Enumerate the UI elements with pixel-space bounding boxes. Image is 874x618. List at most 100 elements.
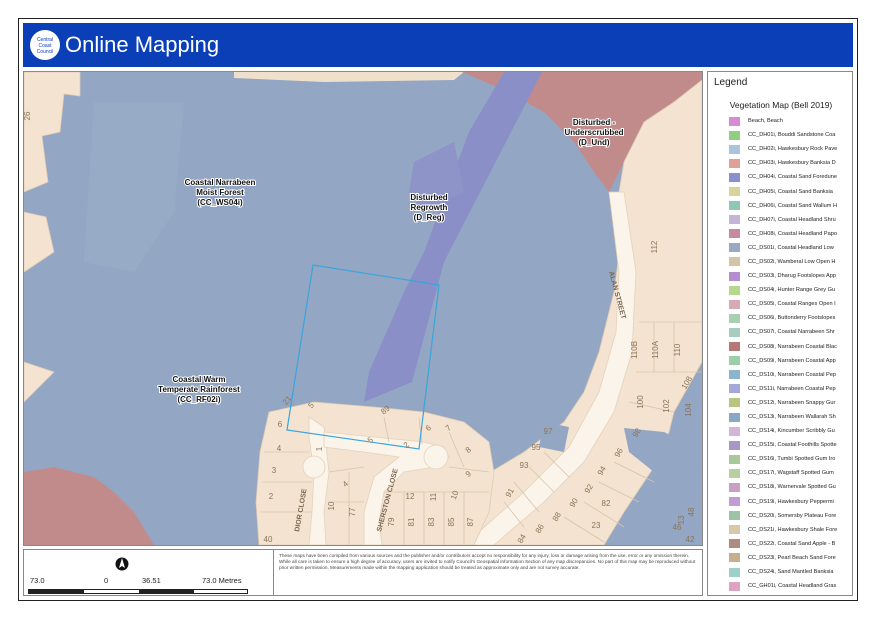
footer-panel: 73.0 0 36.51 73.0 Metres These maps have… (23, 549, 703, 596)
legend-swatch (729, 384, 740, 394)
legend-subtitle: Vegetation Map (Bell 2019) (729, 100, 833, 110)
map-view[interactable]: Coastal Narrabeen Moist Forest (CC_WS04i… (23, 71, 703, 546)
lot-number: 81 (407, 517, 416, 526)
legend-item: CC_DS15i, Coastal Foothills Spotte (729, 438, 852, 452)
legend-item: CC_DS06i, Buttonderry Footslopes (729, 311, 852, 325)
scale-label: 0 (104, 576, 109, 585)
legend-swatch (729, 257, 740, 267)
legend-item-label: CC_DS06i, Buttonderry Footslopes (748, 315, 836, 322)
legend-swatch (729, 539, 740, 549)
legend-item-label: CC_DS15i, Coastal Foothills Spotte (748, 442, 837, 449)
legend-item-label: CC_DS19i, Hawkesbury Peppermi (748, 498, 834, 505)
legend-swatch (729, 187, 740, 197)
legend-item-label: CC_DH04i, Coastal Sand Foredune (748, 174, 837, 181)
legend-item-label: CC_DS16i, Tumbi Spotted Gum Iro (748, 456, 836, 463)
lot-number: 6 (278, 420, 283, 429)
legend-item-label: CC_DS22i, Coastal Sand Apple - B (748, 540, 836, 547)
veg-label-rainforest: (CC_RF02i) (177, 395, 220, 404)
lot-number: 87 (466, 517, 475, 526)
legend-item: CC_DS23i, Pearl Beach Sand Fore (729, 551, 852, 565)
legend-list: Beach, Beach CC_DH01i, Bouddi Sandstone C… (729, 114, 852, 593)
legend-item: CC_DH03i, Hawkesbury Banksia D (729, 156, 852, 170)
legend-item: CC_DS19i, Hawkesbury Peppermi (729, 495, 852, 509)
legend-item: CC_DS01i, Coastal Headland Low (729, 241, 852, 255)
scale-bar-panel: 73.0 0 36.51 73.0 Metres (24, 550, 272, 595)
legend-item: CC_DS17i, Wagstaff Spotted Gum (729, 466, 852, 480)
legend-item-label: Beach, Beach (748, 118, 783, 125)
legend-swatch (729, 271, 740, 281)
legend-item-label: CC_DS20i, Somersby Plateau Fore (748, 512, 837, 519)
lot-number: 42 (686, 535, 695, 544)
veg-label-disturbed-underscrubbed: (D_Und) (578, 138, 609, 147)
lot-number: 97 (544, 427, 553, 436)
legend-item-label: CC_DH03i, Hawkesbury Banksia D (748, 160, 836, 167)
veg-label-disturbed-underscrubbed: Underscrubbed (564, 128, 623, 137)
legend-item-label: CC_DS05i, Coastal Ranges Open I (748, 301, 836, 308)
legend-swatch (729, 215, 740, 225)
legend-swatch (729, 468, 740, 478)
veg-label-moist-forest: Coastal Narrabeen (185, 178, 256, 187)
legend-swatch (729, 356, 740, 366)
legend-item: CC_DS05i, Coastal Ranges Open I (729, 297, 852, 311)
logo-text: Central Coast Council (36, 37, 54, 55)
legend-swatch (729, 158, 740, 168)
veg-label-disturbed-regrowth: Disturbed (410, 193, 447, 202)
legend-swatch (729, 243, 740, 253)
legend-item-label: CC_DS17i, Wagstaff Spotted Gum (748, 470, 834, 477)
lot-number: 40 (264, 535, 273, 544)
legend-swatch (729, 327, 740, 337)
legend-item-label: CC_DS07i, Coastal Narrabeen Shr (748, 329, 835, 336)
legend-item: CC_DS08i, Narrabeen Coastal Blac (729, 340, 852, 354)
page-title: Online Mapping (65, 32, 220, 57)
lot-number: 110B (630, 341, 639, 359)
lot-number: 93 (520, 461, 529, 470)
legend-item: CC_DS03i, Dharug Footslopes App (729, 269, 852, 283)
legend-swatch (729, 398, 740, 408)
legend-item: CC_DH05i, Coastal Sand Banksia (729, 184, 852, 198)
legend-swatch (729, 342, 740, 352)
legend-swatch (729, 370, 740, 380)
legend-item: CC_DS04i, Hunter Range Grey Gu (729, 283, 852, 297)
legend-item-label: CC_DS12i, Narrabeen Snappy Gur (748, 399, 836, 406)
legend-item-label: CC_DS11i, Narrabeen Coastal Pep (748, 385, 836, 392)
cul-de-sac (302, 455, 326, 479)
legend-title: Legend (714, 77, 748, 88)
lot-number: 82 (602, 499, 611, 508)
header-bar: Central Coast Council Online Mapping (23, 23, 853, 67)
lot-number: 83 (427, 517, 436, 526)
legend-item: CC_DS24i, Sand Mantled Banksia (729, 565, 852, 579)
legend-swatch (729, 567, 740, 577)
legend-item-label: CC_GH01i, Coastal Headland Gras (748, 583, 837, 590)
legend-item-label: CC_DH08i, Coastal Headland Papo (748, 230, 837, 237)
lot-number: 3 (272, 466, 277, 475)
legend-swatch (729, 229, 740, 239)
legend-item-label: CC_DS18i, Warnervale Spotted Gu (748, 484, 836, 491)
legend-swatch (729, 525, 740, 535)
legend-swatch (729, 482, 740, 492)
legend-item: CC_DS13i, Narrabeen Wallarah Sh (729, 410, 852, 424)
scale-label: 36.51 (142, 576, 161, 585)
lot-number: 48 (687, 507, 696, 516)
legend-item-label: CC_DH02i, Hawkesbury Rock Pave (748, 146, 838, 153)
scale-label: 73.0 (30, 576, 45, 585)
lot-number: 26 (24, 111, 32, 120)
legend-swatch (729, 313, 740, 323)
legend-item: CC_DS11i, Narrabeen Coastal Pep (729, 382, 852, 396)
lot-number: 1 (315, 446, 324, 451)
legend-item: CC_DS09i, Narrabeen Coastal App (729, 354, 852, 368)
legend-swatch (729, 581, 740, 591)
legend-swatch (729, 511, 740, 521)
legend-item-label: CC_DS24i, Sand Mantled Banksia (748, 569, 834, 576)
lot-number: 11 (429, 492, 438, 501)
legend-swatch (729, 299, 740, 309)
lot-number: 104 (684, 403, 693, 417)
scale-label: 73.0 Metres (202, 576, 242, 585)
legend-item: CC_DS14i, Kincumber Scribbly Gu (729, 424, 852, 438)
legend-swatch (729, 426, 740, 436)
legend-swatch (729, 412, 740, 422)
cul-de-sac (423, 444, 449, 470)
veg-label-moist-forest: (CC_WS04i) (197, 198, 243, 207)
veg-label-disturbed-underscrubbed: Disturbed - (573, 118, 616, 127)
legend-swatch (729, 116, 740, 126)
council-logo: Central Coast Council (30, 30, 60, 60)
